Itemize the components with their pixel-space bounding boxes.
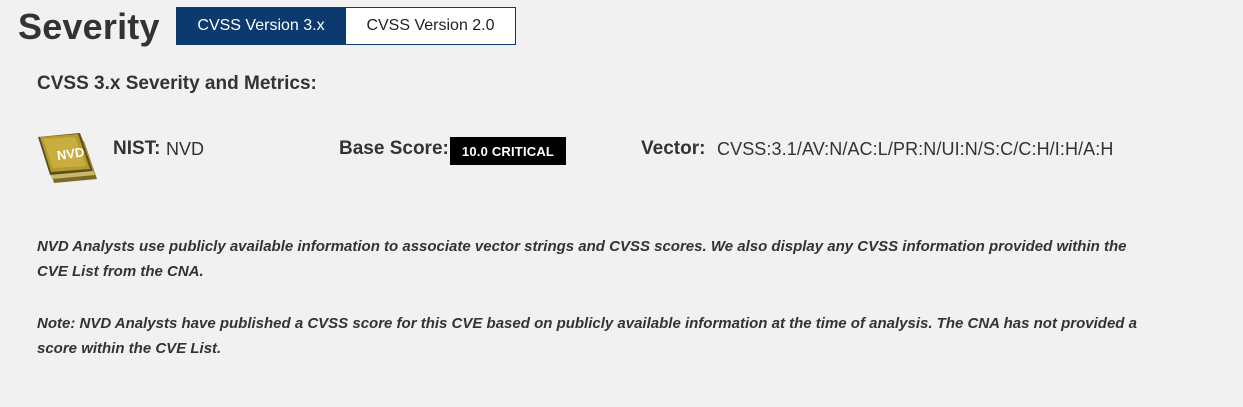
cna-note: Note: NVD Analysts have published a CVSS… (37, 315, 1137, 357)
tab-cvss-3x[interactable]: CVSS Version 3.x (176, 7, 346, 45)
vector-string: CVSS:3.1/AV:N/AC:L/PR:N/UI:N/S:C/C:H/I:H… (717, 139, 1114, 159)
nist-value: NVD (166, 139, 205, 159)
analyst-note: NVD Analysts use publicly available info… (37, 238, 1127, 280)
cvss-version-tabs: CVSS Version 3.x CVSS Version 2.0 (176, 7, 516, 45)
vector-label: Vector: (641, 138, 706, 159)
nvd-logo-icon: NVD (38, 133, 97, 183)
metrics-heading: CVSS 3.x Severity and Metrics: (37, 73, 317, 94)
severity-heading: Severity (18, 6, 160, 47)
tab-cvss-20[interactable]: CVSS Version 2.0 (346, 7, 516, 45)
nist-label: NIST: (113, 138, 161, 159)
base-score-badge[interactable]: 10.0 CRITICAL (450, 137, 566, 165)
base-score-label: Base Score: (339, 138, 449, 159)
